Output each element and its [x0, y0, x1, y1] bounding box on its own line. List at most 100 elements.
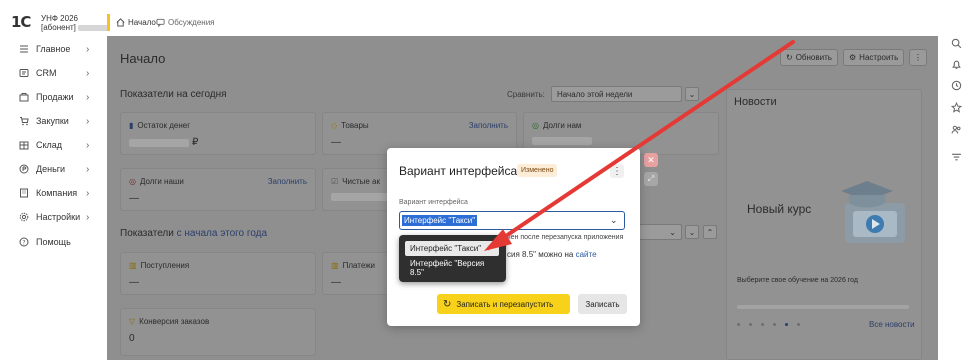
card-header: ◎ Долги нам — [532, 121, 581, 130]
dialog-expand-button[interactable]: ⤢ — [644, 172, 658, 186]
modified-badge: Изменено — [517, 164, 558, 177]
check-icon: ✓ — [486, 244, 493, 253]
right-rail — [938, 36, 974, 360]
dialog-more-button[interactable]: ⋮ — [610, 164, 624, 178]
bell-icon[interactable] — [949, 57, 963, 71]
option-version-85[interactable]: Интерфейс "Версия 8.5" — [405, 259, 499, 277]
expand-icon: ⤢ — [647, 174, 655, 183]
save-and-restart-button[interactable]: ↻ Записать и перезапустить — [437, 294, 570, 314]
card-receipts[interactable]: ▥ Поступления — — [120, 252, 316, 295]
sidebar-item-sales[interactable]: Продажи › — [0, 87, 107, 107]
period-compare-select[interactable]: ⌄ — [636, 224, 682, 240]
filter-icon[interactable] — [949, 149, 963, 163]
card-header: ▥ Платежи — [331, 261, 375, 270]
history-icon[interactable] — [949, 78, 963, 92]
sales-icon — [19, 92, 29, 102]
site-link[interactable]: сайте — [576, 250, 597, 259]
card-title: Конверсия заказов — [139, 317, 210, 326]
redacted-value — [331, 193, 391, 201]
pager-dot[interactable] — [797, 323, 800, 326]
sidebar-item-label: Склад — [36, 140, 63, 150]
top-bar: 1С УНФ 2026 [абонент] Начало Обсуждения — [0, 0, 974, 36]
redacted-value — [532, 137, 592, 145]
company-icon — [19, 188, 29, 198]
option-taxi[interactable]: Интерфейс "Такси" ✓ — [405, 241, 499, 256]
tab-discussions[interactable]: Обсуждения — [156, 14, 215, 31]
selected-value: Интерфейс "Такси" — [402, 215, 478, 226]
warehouse-icon — [19, 140, 29, 150]
fill-link[interactable]: Заполнить — [469, 121, 508, 130]
svg-text:?: ? — [22, 239, 25, 246]
sidebar-item-warehouse[interactable]: Склад › — [0, 135, 107, 155]
card-title: Остаток денег — [137, 121, 191, 130]
app-logo[interactable]: 1С — [11, 13, 31, 31]
compare-value: Начало этой недели — [557, 89, 633, 99]
page-more-button[interactable]: ⋮ — [909, 49, 927, 66]
news-pager[interactable] — [737, 323, 800, 326]
cart-icon — [19, 116, 29, 126]
home-icon — [116, 18, 125, 27]
period-collapse-button[interactable]: ⌃ — [703, 225, 717, 239]
refresh-icon: ↻ — [786, 53, 793, 62]
search-icon[interactable] — [949, 36, 963, 50]
course-description: Выберите свое обучение на 2026 год — [737, 277, 859, 284]
compare-label: Сравнить: — [507, 90, 545, 99]
fill-link[interactable]: Заполнить — [268, 177, 307, 186]
card-title: Платежи — [342, 261, 376, 270]
sidebar-item-company[interactable]: Компания › — [0, 183, 107, 203]
all-news-link[interactable]: Все новости — [869, 320, 915, 329]
card-value: — — [129, 193, 139, 204]
compare-select[interactable]: Начало этой недели — [551, 86, 682, 102]
tab-home[interactable]: Начало — [107, 14, 161, 31]
sidebar-item-main[interactable]: Главное › — [0, 39, 107, 59]
card-header: ▽ Конверсия заказов — [129, 317, 209, 326]
compare-dropdown-button[interactable]: ⌄ — [685, 87, 699, 101]
period-link[interactable]: с начала этого года — [177, 228, 267, 239]
product-name: УНФ 2026 — [41, 14, 78, 23]
sidebar-item-purchases[interactable]: Закупки › — [0, 111, 107, 131]
news-panel: Новости Новый курс Выберите свое обучени… — [726, 89, 922, 360]
pager-dot[interactable] — [761, 323, 764, 326]
help-icon: ? — [19, 237, 29, 247]
interface-variant-dropdown: Интерфейс "Такси" ✓ Интерфейс "Версия 8.… — [399, 235, 506, 282]
pager-dot[interactable] — [737, 323, 740, 326]
refresh-button[interactable]: ↻ Обновить — [780, 49, 838, 66]
card-title: Долги нам — [542, 121, 582, 130]
pager-dot[interactable] — [749, 323, 752, 326]
card-cash-balance[interactable]: ▮ Остаток денег ₽ — [120, 112, 316, 155]
users-icon[interactable] — [949, 122, 963, 136]
course-title[interactable]: Новый курс — [747, 202, 811, 216]
chart-icon: ▥ — [331, 261, 339, 270]
card-order-conversion[interactable]: ▽ Конверсия заказов 0 — [120, 308, 316, 356]
sidebar-item-crm[interactable]: CRM › — [0, 63, 107, 83]
news-title: Новости — [734, 96, 777, 108]
sidebar-item-money[interactable]: Деньги › — [0, 159, 107, 179]
app-brand: УНФ 2026 [абонент] — [41, 14, 114, 32]
customize-button[interactable]: ⚙ Настроить — [843, 49, 905, 66]
card-title: Товары — [341, 121, 369, 130]
dialog-close-button[interactable]: ✕ — [644, 153, 658, 167]
period-prev-button[interactable]: ⌄ — [685, 225, 699, 239]
money-icon — [19, 164, 29, 174]
card-value: — — [331, 277, 341, 288]
kebab-icon: ⋮ — [914, 53, 922, 62]
chevron-up-icon: ⌃ — [706, 227, 714, 237]
sidebar-item-help[interactable]: ? Помощь — [0, 232, 107, 252]
sidebar-item-settings[interactable]: Настройки › — [0, 207, 107, 227]
card-value: ₽ — [129, 137, 198, 148]
pager-dot[interactable] — [773, 323, 776, 326]
pager-dot-active[interactable] — [785, 323, 788, 326]
sidebar: Главное › CRM › Продажи › Закупки › Скла… — [0, 36, 107, 360]
crm-icon — [19, 68, 29, 78]
field-label: Вариант интерфейса — [399, 199, 468, 206]
sidebar-item-label: Главное — [36, 44, 71, 54]
star-icon[interactable] — [949, 100, 963, 114]
checkbox-icon: ☑ — [331, 177, 339, 186]
save-button[interactable]: Записать — [578, 294, 627, 314]
card-payables[interactable]: ◎ Долги наши Заполнить — — [120, 168, 316, 211]
version-note: сия 8.5" можно на сайте — [507, 250, 597, 259]
card-header: ◎ Долги наши — [129, 177, 184, 186]
sidebar-item-label: Компания — [36, 188, 78, 198]
card-value: 0 — [129, 333, 135, 344]
interface-variant-select[interactable]: Интерфейс "Такси" ⌄ — [399, 211, 625, 230]
